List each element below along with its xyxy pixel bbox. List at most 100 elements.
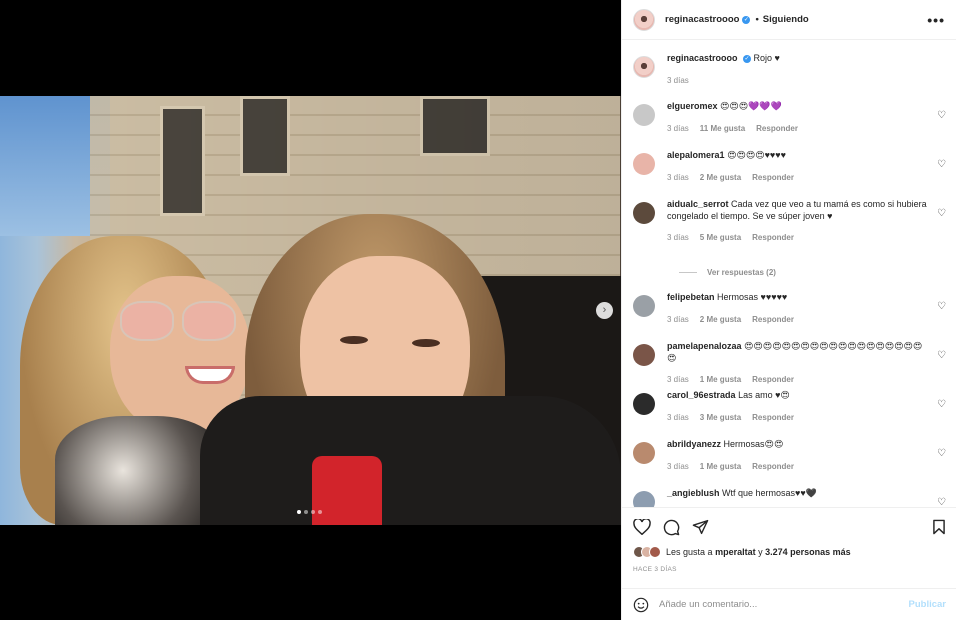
red-sweater: [312, 456, 382, 525]
comment-time[interactable]: 3 días: [667, 172, 689, 184]
heart-icon[interactable]: ♡: [937, 208, 946, 219]
comment: carol_96estrada Las amo ♥😍 3 días 3 Me gu…: [633, 390, 956, 439]
comment: aidualc_serrot Cada vez que veo a tu mam…: [633, 199, 956, 259]
comment-likes[interactable]: 5 Me gusta: [700, 232, 741, 244]
heart-icon[interactable]: ♡: [937, 448, 946, 459]
more-options-icon[interactable]: •••: [927, 12, 945, 28]
comment-time[interactable]: 3 días: [667, 374, 689, 386]
bookmark-icon[interactable]: [932, 519, 946, 535]
caption-time[interactable]: 3 días: [667, 75, 689, 87]
following-button[interactable]: Siguiendo: [763, 14, 809, 25]
reply-button[interactable]: Responder: [752, 172, 794, 184]
comment-username[interactable]: carol_96estrada: [667, 390, 736, 400]
heart-icon[interactable]: ♡: [937, 159, 946, 170]
post-sidebar: reginacastroooo ✓ • Siguiendo ••• regina…: [621, 0, 956, 620]
post-actions: Les gusta a mperaltat y 3.274 personas m…: [622, 507, 956, 587]
reply-button[interactable]: Responder: [752, 374, 794, 386]
comment-time[interactable]: 3 días: [667, 461, 689, 473]
avatar[interactable]: [633, 104, 655, 126]
sunglasses: [120, 301, 240, 343]
avatar[interactable]: [633, 393, 655, 415]
comment: alepalomera1 😍😍😍😍♥♥♥♥ 3 días 2 Me gusta Re…: [633, 150, 956, 199]
comment: elgueromex 😍😍😍💜💜💜 3 días 11 Me gusta Respo…: [633, 101, 956, 150]
heart-icon[interactable]: ♡: [937, 301, 946, 312]
carousel-dot: [311, 510, 315, 514]
comment-icon[interactable]: [663, 519, 680, 536]
post-media: ›: [0, 0, 621, 620]
caption-username[interactable]: reginacastroooo: [667, 53, 738, 63]
heart-icon[interactable]: ♡: [937, 110, 946, 121]
divider: [679, 271, 697, 273]
carousel-dot: [318, 510, 322, 514]
likes-summary: Les gusta a mperaltat y 3.274 personas m…: [633, 546, 946, 558]
comment-text: Wtf que hermosas♥♥🖤: [722, 488, 817, 498]
comment-username[interactable]: elgueromex: [667, 101, 718, 111]
likes-user[interactable]: mperaltat: [715, 547, 756, 557]
heart-icon[interactable]: ♡: [937, 497, 946, 507]
avatar[interactable]: [633, 153, 655, 175]
comments-list[interactable]: reginacastroooo ✓ Rojo ♥ 3 días elguerom…: [622, 41, 956, 507]
heart-icon[interactable]: ♡: [937, 399, 946, 410]
comment-likes[interactable]: 2 Me gusta: [700, 172, 741, 184]
comment-likes[interactable]: 2 Me gusta: [700, 314, 741, 326]
comment-likes[interactable]: 1 Me gusta: [700, 374, 741, 386]
comment: felipebetan Hermosas ♥♥♥♥♥ 3 días 2 Me gu…: [633, 292, 956, 341]
comment-text: 😍😍😍💜💜💜: [720, 101, 782, 111]
avatar[interactable]: [633, 202, 655, 224]
comment-username[interactable]: pamelapenalozaa: [667, 341, 742, 351]
avatar[interactable]: [633, 56, 655, 78]
emoji-icon[interactable]: [633, 597, 649, 613]
likes-prefix: Les gusta a: [666, 547, 713, 557]
comment: abrildyanezz Hermosas😍😍 3 días 1 Me gusta…: [633, 439, 956, 488]
heart-icon[interactable]: ♡: [937, 350, 946, 361]
comment-input[interactable]: [659, 599, 889, 610]
verified-icon: ✓: [743, 54, 752, 63]
comment-likes[interactable]: 3 Me gusta: [700, 412, 741, 424]
caption-text: Rojo ♥: [753, 53, 780, 63]
view-replies-button[interactable]: Ver respuestas (2): [679, 261, 956, 283]
avatar[interactable]: [633, 442, 655, 464]
avatar[interactable]: [633, 344, 655, 366]
avatar[interactable]: [633, 8, 655, 31]
comment-time[interactable]: 3 días: [667, 412, 689, 424]
reply-button[interactable]: Responder: [756, 123, 798, 135]
reply-button[interactable]: Responder: [752, 412, 794, 424]
comment-username[interactable]: _angieblush: [667, 488, 720, 498]
view-replies-label: Ver respuestas (2): [707, 267, 776, 277]
comment-time[interactable]: 3 días: [667, 232, 689, 244]
comment-username[interactable]: alepalomera1: [667, 150, 725, 160]
post-header: reginacastroooo ✓ • Siguiendo •••: [622, 0, 956, 40]
post-photo[interactable]: [0, 96, 621, 525]
avatar[interactable]: [633, 295, 655, 317]
header-separator: •: [755, 14, 759, 25]
chevron-right-icon: ›: [602, 304, 607, 316]
share-icon[interactable]: [692, 519, 709, 535]
header-username[interactable]: reginacastroooo: [665, 14, 739, 25]
comment-text: Las amo ♥😍: [738, 390, 790, 400]
caption: reginacastroooo ✓ Rojo ♥ 3 días: [633, 53, 956, 101]
comment-username[interactable]: aidualc_serrot: [667, 199, 729, 209]
avatar[interactable]: [633, 491, 655, 507]
carousel-dots: [297, 510, 322, 514]
comment-time[interactable]: 3 días: [667, 314, 689, 326]
reply-button[interactable]: Responder: [752, 232, 794, 244]
carousel-dot: [304, 510, 308, 514]
post-timestamp[interactable]: HACE 3 DÍAS: [633, 566, 946, 573]
comment: pamelapenalozaa 😍😍😍😍😍😍😍😍😍😍😍😍😍😍😍😍😍😍😍😍 3 d…: [633, 341, 956, 390]
comment-likes[interactable]: 1 Me gusta: [700, 461, 741, 473]
carousel-dot: [297, 510, 301, 514]
liker-avatar[interactable]: [649, 546, 661, 558]
comment-likes[interactable]: 11 Me gusta: [700, 123, 745, 135]
comment-text: 😍😍😍😍♥♥♥♥: [727, 150, 786, 160]
comment: _angieblush Wtf que hermosas♥♥🖤 ♡: [633, 488, 956, 507]
comment-username[interactable]: felipebetan: [667, 292, 715, 302]
likes-count[interactable]: 3.274 personas más: [765, 547, 851, 557]
reply-button[interactable]: Responder: [752, 461, 794, 473]
publish-button[interactable]: Publicar: [909, 599, 947, 610]
like-heart-icon[interactable]: [633, 519, 651, 535]
comment-username[interactable]: abrildyanezz: [667, 439, 721, 449]
reply-button[interactable]: Responder: [752, 314, 794, 326]
verified-icon: ✓: [742, 15, 751, 24]
comment-time[interactable]: 3 días: [667, 123, 689, 135]
next-photo-button[interactable]: ›: [596, 302, 613, 319]
